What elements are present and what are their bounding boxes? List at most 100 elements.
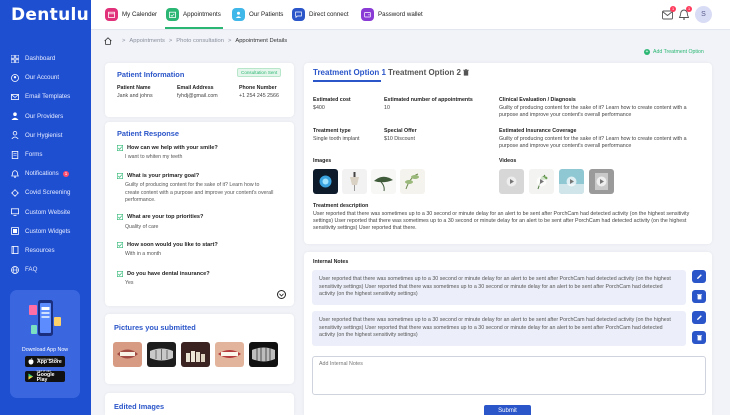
submitted-photo[interactable]	[215, 342, 244, 367]
treatment-image[interactable]	[400, 169, 425, 194]
treatment-image[interactable]	[313, 169, 338, 194]
treatment-video[interactable]	[559, 169, 584, 194]
internal-note: User reported that there was sometimes u…	[312, 270, 686, 305]
document-icon	[11, 150, 19, 159]
sidebar-item-custom-widgets[interactable]: Custom Widgets	[0, 222, 91, 241]
sidebar-item-faq[interactable]: FAQ	[0, 260, 91, 279]
trash-icon[interactable]	[463, 69, 469, 76]
response-question: What are your top priorities?	[117, 214, 203, 220]
internal-notes-title: Internal Notes	[313, 259, 349, 265]
sidebar-item-our-providers[interactable]: Our Providers	[0, 107, 91, 126]
grid-icon	[11, 54, 19, 63]
patient-response-title: Patient Response	[117, 129, 180, 138]
sidebar-item-forms[interactable]: Forms	[0, 145, 91, 164]
pencil-icon	[696, 315, 702, 320]
tab-label: Our Patients	[249, 11, 284, 18]
edit-note-button[interactable]	[692, 270, 706, 283]
checkbox-icon	[117, 271, 123, 277]
sidebar-item-label: Our Providers	[25, 112, 64, 120]
tab-my-calender[interactable]: My Calender	[105, 7, 157, 22]
delete-note-button[interactable]	[692, 290, 706, 303]
treatment-type-value: Single tooth implant	[313, 136, 360, 142]
avatar[interactable]: S	[695, 6, 712, 23]
delete-note-button[interactable]	[692, 331, 706, 344]
google-play-label: Google Play	[36, 371, 55, 383]
images-label: Images	[313, 158, 332, 164]
edited-images-card: Edited Images	[105, 393, 294, 415]
active-tab-indicator	[165, 27, 223, 29]
home-icon[interactable]	[104, 37, 112, 45]
appointments-count-label: Estimated number of appointments	[384, 97, 473, 103]
apple-icon	[28, 358, 34, 365]
sidebar-item-label: Our Hygienist	[25, 131, 63, 139]
expand-chevron-icon[interactable]	[277, 290, 286, 299]
trash-icon	[696, 335, 702, 341]
sidebar-item-resources[interactable]: Resources	[0, 241, 91, 260]
book-icon	[11, 246, 19, 255]
submitted-photo[interactable]	[249, 342, 278, 367]
tab-label: Direct connect	[309, 11, 349, 18]
insurance-coverage-value: Guilty of producing content for the sake…	[499, 136, 687, 149]
response-question: Do you have dental insurance?	[117, 271, 210, 277]
response-answer: I want to whiten my teeth	[125, 154, 183, 160]
sidebar-item-our-account[interactable]: Our Account	[0, 68, 91, 87]
pictures-submitted-title: Pictures you submitted	[114, 323, 196, 332]
pictures-submitted-card: Pictures you submitted	[105, 314, 294, 384]
sidebar-item-email-templates[interactable]: Email Templates	[0, 87, 91, 106]
submitted-photo[interactable]	[147, 342, 176, 367]
breadcrumb-appointments[interactable]: Appointments	[129, 38, 164, 44]
user-icon	[11, 131, 19, 140]
tab-direct-connect[interactable]: Direct connect	[292, 7, 349, 22]
sidebar-item-covid-screening[interactable]: Covid Screening	[0, 183, 91, 202]
app-store-button[interactable]: Download on the App Store	[25, 356, 65, 367]
mail-icon	[11, 93, 19, 101]
tab-our-patients[interactable]: Our Patients	[232, 7, 283, 22]
tab-password-wallet[interactable]: Password wallet	[361, 7, 423, 22]
treatment-image[interactable]	[371, 169, 396, 194]
add-treatment-option-button[interactable]: + Add Treatment Option	[644, 49, 704, 55]
treatment-description-value: User reported that there was sometimes u…	[313, 211, 690, 231]
treatment-video[interactable]	[529, 169, 554, 194]
breadcrumb-separator: >	[227, 38, 232, 44]
treatment-image[interactable]	[342, 169, 367, 194]
tab-treatment-option-1[interactable]: Treatment Option 1	[313, 68, 386, 77]
treatment-type-label: Treatment type	[313, 128, 351, 134]
treatment-description-label: Treatment description	[313, 203, 369, 209]
sidebar-item-label: Resources	[25, 246, 55, 254]
submitted-photo[interactable]	[113, 342, 142, 367]
tab-label: Appointments	[183, 11, 221, 18]
patient-name-label: Patient Name	[117, 85, 151, 91]
plus-icon: +	[644, 49, 650, 55]
edit-note-button[interactable]	[692, 311, 706, 324]
treatment-video[interactable]	[589, 169, 614, 194]
status-badge: Consultation Sent	[237, 68, 282, 77]
download-app-text: Download App Now	[21, 347, 69, 353]
sidebar-item-our-hygienist[interactable]: Our Hygienist	[0, 126, 91, 145]
sidebar-item-label: Email Templates	[25, 93, 71, 101]
sidebar-item-custom-website[interactable]: Custom Website	[0, 203, 91, 222]
internal-note: User reported that there was sometimes u…	[312, 311, 686, 346]
sidebar: Dentulu Dashboard Our Account Email Temp…	[0, 0, 91, 415]
patient-response-card: Patient Response How can we help with yo…	[105, 122, 294, 306]
app-logo[interactable]: Dentulu	[11, 5, 89, 25]
clinical-evaluation-value: Guilty of producing content for the sake…	[499, 105, 687, 118]
breadcrumb-photo-consultation[interactable]: Photo consultation	[176, 38, 224, 44]
breadcrumb: > Appointments > Photo consultation > Ap…	[104, 37, 287, 45]
tab-treatment-option-2[interactable]: Treatment Option 2	[388, 68, 469, 77]
breadcrumb-separator: >	[122, 38, 126, 44]
breadcrumb-separator: >	[168, 38, 173, 44]
appointments-count-value: 10	[384, 105, 390, 111]
special-offer-value: $10 Discount	[384, 136, 415, 142]
submitted-photo[interactable]	[181, 342, 210, 367]
calendar-icon	[105, 8, 118, 21]
treatment-video[interactable]	[499, 169, 524, 194]
sidebar-item-notifications[interactable]: Notifications 1	[0, 164, 91, 183]
estimated-cost-label: Estimated cost	[313, 97, 351, 103]
tab-appointments[interactable]: Appointments	[166, 7, 221, 22]
submit-button[interactable]: Submit	[484, 405, 531, 415]
internal-notes-input[interactable]	[312, 356, 706, 395]
notifications-count-badge: 1	[686, 6, 692, 12]
user-circle-icon	[11, 73, 19, 82]
google-play-button[interactable]: GET IT ON Google Play	[25, 370, 65, 383]
sidebar-item-dashboard[interactable]: Dashboard	[0, 49, 91, 68]
